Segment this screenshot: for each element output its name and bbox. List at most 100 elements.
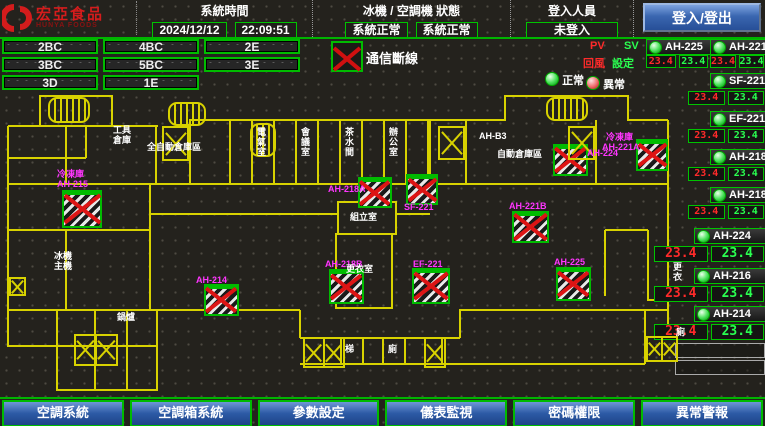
plan-label: AH-215 xyxy=(57,179,88,189)
nav-button[interactable]: 參數設定 xyxy=(258,400,380,426)
floor-button-5bc[interactable]: 5BC xyxy=(103,57,199,72)
system-time-section: 系統時間 2024/12/12 22:09:51 xyxy=(137,0,313,37)
nav-button[interactable]: 儀表監視 xyxy=(385,400,507,426)
floor-button-4bc[interactable]: 4BC xyxy=(103,39,199,54)
plan-label: AH-221A xyxy=(602,142,640,152)
plan-label: 主機 xyxy=(54,261,72,271)
legend-normal: 正常 xyxy=(545,72,584,88)
unit-sv-value: 23.4 xyxy=(739,55,765,68)
unit-name: AH-216 xyxy=(713,270,751,282)
nav-button[interactable]: 異常警報 xyxy=(641,400,763,426)
plan-label: EF-221 xyxy=(413,259,443,269)
unit-values-ah-218a: 23.423.4 xyxy=(688,167,764,181)
legend-sv: SV xyxy=(624,40,639,52)
unit-pv-value: 23.4 xyxy=(654,246,708,262)
equipment-fault-icon[interactable] xyxy=(204,284,239,316)
nav-button[interactable]: 空調系統 xyxy=(2,400,124,426)
floor-button-2e[interactable]: 2E xyxy=(204,39,300,54)
plan-label: AH-214 xyxy=(196,275,227,285)
plan-label: 工具 xyxy=(113,125,131,135)
floor-button-3bc[interactable]: 3BC xyxy=(2,57,98,72)
equipment-fault-icon[interactable] xyxy=(62,190,102,228)
shaft-hatch-cell xyxy=(95,336,116,364)
unit-label-ah-214[interactable]: AH-214 xyxy=(694,306,765,322)
shaft-hatch-cell xyxy=(305,339,323,366)
comm-error-icon xyxy=(331,41,363,72)
footer-divider xyxy=(0,397,765,399)
plan-label: SF-221 xyxy=(404,202,434,212)
equipment-fault-icon[interactable] xyxy=(406,174,438,205)
shaft-hatch-icon xyxy=(438,126,465,160)
equipment-fault-icon[interactable] xyxy=(329,269,364,304)
unit-label-ah-221a[interactable]: AH-221A xyxy=(710,39,765,55)
equipment-fault-icon[interactable] xyxy=(636,139,668,171)
login-logout-button[interactable]: 登入/登出 xyxy=(643,3,761,32)
unit-sv-value: 23.4 xyxy=(711,324,765,340)
unit-status-lamp-icon xyxy=(697,230,710,243)
equipment-fault-icon[interactable] xyxy=(412,268,450,304)
unit-values-ah-218b: 23.423.4 xyxy=(688,205,764,219)
floor-button-3e[interactable]: 3E xyxy=(204,57,300,72)
unit-name: AH-218B xyxy=(729,189,765,201)
plan-label: 梯 xyxy=(345,344,354,354)
machine-status-title: 冰機 / 空調機 狀態 xyxy=(313,2,510,19)
shaft-hatch-cell xyxy=(440,128,463,158)
stairs-icon xyxy=(546,97,588,121)
shaft-hatch-icon xyxy=(74,334,118,366)
unit-name: SF-221 xyxy=(729,75,765,87)
ahu-status: 系統正常 xyxy=(416,22,478,38)
shaft-hatch-icon xyxy=(424,337,446,368)
login-status: 未登入 xyxy=(526,22,618,38)
brand-name: 宏亞食品 xyxy=(36,7,104,22)
unit-label-ah-218b[interactable]: AH-218B xyxy=(710,187,765,203)
unit-values-sf-221: 23.423.4 xyxy=(688,91,764,105)
login-title: 登入人員 xyxy=(511,2,633,19)
plan-label: 辦公室 xyxy=(388,127,398,157)
shaft-hatch-cell xyxy=(426,339,444,366)
floor-button-1e[interactable]: 1E xyxy=(103,75,199,90)
plan-label: 會議室 xyxy=(300,127,310,157)
unit-status-lamp-icon xyxy=(649,41,662,54)
nav-button[interactable]: 空調箱系統 xyxy=(130,400,252,426)
system-date-value: 2024/12/12 xyxy=(152,22,226,38)
unit-label-ah-225[interactable]: AH-225 xyxy=(646,39,712,55)
unit-values-ah-224: 23.423.4 xyxy=(654,246,764,262)
chiller-status: 系統正常 xyxy=(345,22,407,38)
unit-values-ah-225: 23.423.4 xyxy=(646,55,708,68)
machine-status-section: 冰機 / 空調機 狀態 系統正常 系統正常 xyxy=(313,0,511,37)
equipment-fault-icon[interactable] xyxy=(556,267,591,301)
unit-status-lamp-icon xyxy=(713,189,726,202)
plan-label: 自動倉庫區 xyxy=(497,149,542,159)
unit-values-ah-221a: 23.423.4 xyxy=(710,55,764,68)
brand-logo: 宏亞食品 HUNYA FOODS xyxy=(2,1,137,35)
unit-name: AH-225 xyxy=(665,41,703,53)
hmi-screen: 宏亞食品 HUNYA FOODS 系統時間 2024/12/12 22:09:5… xyxy=(0,0,765,426)
shaft-hatch-cell xyxy=(323,339,343,366)
legend-abnormal: 異常 xyxy=(586,76,625,92)
unit-label-ah-224[interactable]: AH-224 xyxy=(694,228,765,244)
unit-status-lamp-icon xyxy=(713,113,726,126)
equipment-fault-icon[interactable] xyxy=(512,211,549,243)
floor-button-3d[interactable]: 3D xyxy=(2,75,98,90)
nav-button[interactable]: 密碼權限 xyxy=(513,400,635,426)
unit-name: AH-224 xyxy=(713,230,751,242)
plan-label: 茶水間 xyxy=(344,127,354,157)
floor-button-2bc[interactable]: 2BC xyxy=(2,39,98,54)
plan-label: AH-221B xyxy=(509,201,547,211)
shaft-hatch-cell xyxy=(76,336,95,364)
brand-name-en: HUNYA FOODS xyxy=(36,22,104,29)
plan-label: 全自動倉庫區 xyxy=(147,142,201,152)
unit-label-sf-221[interactable]: SF-221 xyxy=(710,73,765,89)
unit-label-ah-218a[interactable]: AH-218A xyxy=(710,149,765,165)
plan-label: 組立室 xyxy=(350,212,377,222)
plan-label: 冷凍庫 xyxy=(57,169,84,179)
unit-status-lamp-icon xyxy=(697,308,710,321)
unit-label-ah-216[interactable]: AH-216 xyxy=(694,268,765,284)
unit-label-ef-221[interactable]: EF-221 xyxy=(710,111,765,127)
hunya-logo-icon xyxy=(2,3,32,33)
unit-sv-value: 23.4 xyxy=(728,129,765,143)
unit-sv-value: 23.4 xyxy=(728,167,765,181)
unit-status-lamp-icon xyxy=(713,75,726,88)
plan-label: 電氣室 xyxy=(256,127,266,157)
unit-name: EF-221 xyxy=(729,113,765,125)
